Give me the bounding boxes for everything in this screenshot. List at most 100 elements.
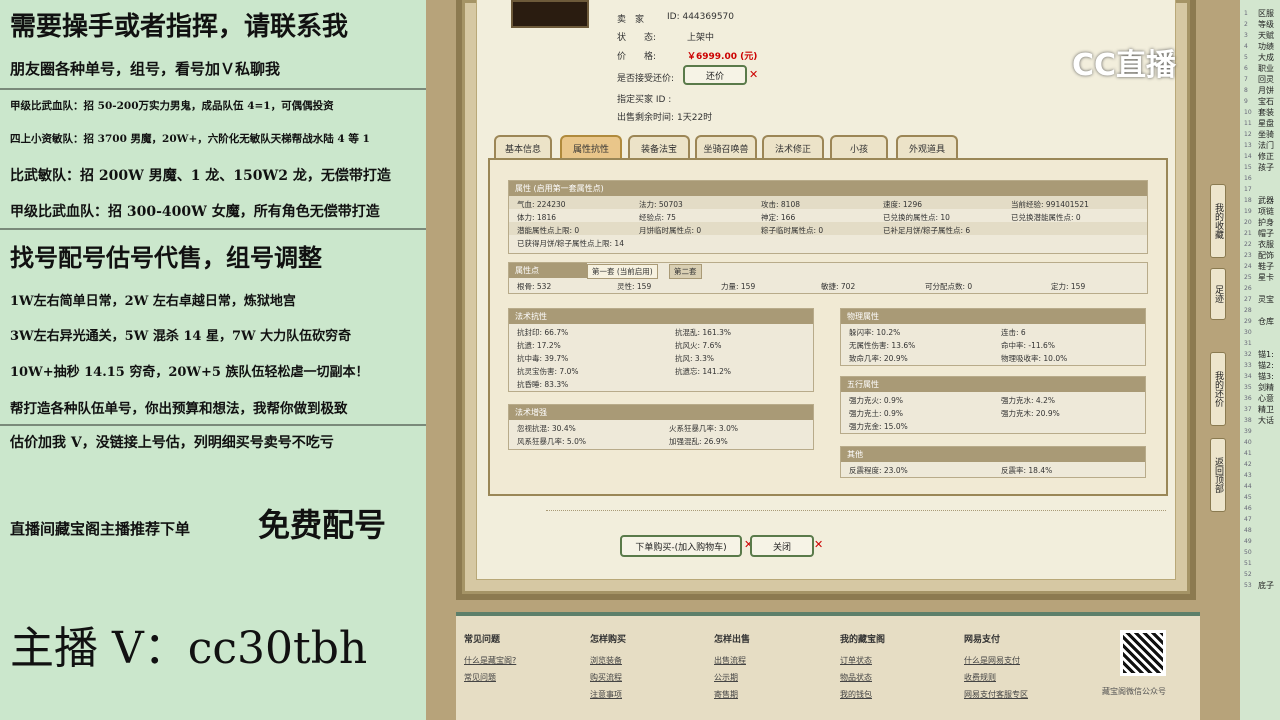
right-list-number: 46 bbox=[1244, 505, 1252, 512]
points-cell: 可分配点数: 0 bbox=[925, 282, 973, 291]
close-button[interactable]: 关闭 bbox=[750, 535, 814, 557]
footer-link[interactable]: 收费规则 bbox=[964, 672, 1028, 683]
right-list-number: 3 bbox=[1244, 32, 1248, 39]
boost-cell: 加强混乱: 26.9% bbox=[669, 437, 728, 446]
favorites-button[interactable]: 我的收藏 bbox=[1210, 184, 1226, 258]
tab-attributes[interactable]: 属性抗性 bbox=[560, 135, 622, 159]
attribute-box: 属性 (启用第一套属性点) 气血: 224230 法力: 50703 攻击: 8… bbox=[508, 180, 1148, 254]
right-list-number: 37 bbox=[1244, 406, 1252, 413]
attr-cell: 攻击: 8108 bbox=[761, 200, 800, 209]
seller-id: ID: 444369570 bbox=[667, 12, 735, 22]
buy-button[interactable]: 下单购买-(加入购物车) bbox=[620, 535, 742, 557]
elements-header: 五行属性 bbox=[841, 377, 1145, 392]
right-list-item: 修正 bbox=[1258, 152, 1274, 161]
tab-basic-info[interactable]: 基本信息 bbox=[494, 135, 552, 159]
right-list-number: 19 bbox=[1244, 208, 1252, 215]
footer-link[interactable]: 什么是网易支付 bbox=[964, 655, 1028, 666]
overlay-line: 3W左右异光通关，5W 混杀 14 星，7W 大力队伍砍穷奇 bbox=[10, 329, 352, 344]
right-list-item: 配饰 bbox=[1258, 251, 1274, 260]
right-list-item: 护身 bbox=[1258, 218, 1274, 227]
right-list-number: 10 bbox=[1244, 109, 1252, 116]
resist-cell: 抗遗忘: 141.2% bbox=[675, 367, 732, 376]
boost-cell: 忽视抗混: 30.4% bbox=[517, 424, 576, 433]
right-list-item: 锚1: bbox=[1258, 350, 1274, 359]
right-list-number: 29 bbox=[1244, 318, 1252, 325]
points-tab-1[interactable]: 第一套 (当前启用) bbox=[587, 264, 658, 279]
attr-cell: 已兑换潜能属性点: 0 bbox=[1011, 213, 1081, 222]
right-list-number: 25 bbox=[1244, 274, 1252, 281]
remaining-value: 1天22时 bbox=[677, 113, 713, 123]
right-list-number: 50 bbox=[1244, 549, 1252, 556]
footer-link[interactable]: 订单状态 bbox=[840, 655, 885, 666]
right-list-item: 剑精 bbox=[1258, 383, 1274, 392]
my-bargains-button[interactable]: 我的还价 bbox=[1210, 352, 1226, 426]
right-list-number: 53 bbox=[1244, 582, 1252, 589]
history-button[interactable]: 足迹 bbox=[1210, 268, 1226, 320]
overlay-line: 甲级比武血队：招 50-200万实力男鬼，成品队伍 4=1，可偶偶投资 bbox=[10, 100, 334, 112]
attr-cell: 当前经验: 991401521 bbox=[1011, 200, 1089, 209]
right-list-item: 月饼 bbox=[1258, 86, 1274, 95]
footer-link[interactable]: 公示期 bbox=[714, 672, 750, 683]
attr-cell: 粽子临时属性点: 0 bbox=[761, 226, 824, 235]
footer-link[interactable]: 寄售期 bbox=[714, 689, 750, 700]
points-cell: 力量: 159 bbox=[721, 282, 756, 291]
footer-title: 怎样出售 bbox=[714, 635, 751, 645]
right-list-number: 35 bbox=[1244, 384, 1252, 391]
points-cell: 敏捷: 702 bbox=[821, 282, 856, 291]
footer-link[interactable]: 我的钱包 bbox=[840, 689, 885, 700]
right-list-item: 天赋 bbox=[1258, 31, 1274, 40]
right-list-item: 武器 bbox=[1258, 196, 1274, 205]
tab-child[interactable]: 小孩 bbox=[830, 135, 888, 159]
right-list-number: 6 bbox=[1244, 65, 1248, 72]
back-to-top-button[interactable]: 返回顶部 bbox=[1210, 438, 1226, 512]
status-value: 上架中 bbox=[687, 33, 715, 43]
bargain-button[interactable]: 还价 bbox=[683, 65, 747, 85]
footer-col-pay: 网易支付 什么是网易支付 收费规则 网易支付客服专区 bbox=[964, 632, 1028, 706]
price-value: ￥6999.00 (元) bbox=[687, 52, 758, 62]
right-list-number: 16 bbox=[1244, 175, 1252, 182]
tab-mounts[interactable]: 坐骑召唤兽 bbox=[695, 135, 757, 159]
footer-link[interactable]: 购买流程 bbox=[590, 672, 626, 683]
footer-link[interactable]: 浏览装备 bbox=[590, 655, 626, 666]
right-list-item: 区服 bbox=[1258, 9, 1274, 18]
attributes-panel: 属性 (启用第一套属性点) 气血: 224230 法力: 50703 攻击: 8… bbox=[488, 158, 1168, 496]
footer-link[interactable]: 常见问题 bbox=[464, 672, 516, 683]
right-list-item: 套装 bbox=[1258, 108, 1274, 117]
overlay-line: 直播间藏宝阁主播推荐下单 bbox=[10, 520, 191, 538]
attr-cell: 经验点: 75 bbox=[639, 213, 676, 222]
tab-appearance[interactable]: 外观道具 bbox=[896, 135, 958, 159]
tab-equipment[interactable]: 装备法宝 bbox=[628, 135, 690, 159]
attribute-header: 属性 (启用第一套属性点) bbox=[509, 181, 1147, 196]
right-list-item: 鞋子 bbox=[1258, 262, 1274, 271]
attr-cell: 潜能属性点上限: 0 bbox=[517, 226, 580, 235]
right-list-number: 17 bbox=[1244, 186, 1252, 193]
overlay-line: 需要操手或者指挥，请联系我 bbox=[10, 12, 349, 42]
qr-code-icon bbox=[1120, 630, 1166, 676]
right-list-number: 52 bbox=[1244, 571, 1252, 578]
footer-col-account: 我的藏宝阁 订单状态 物品状态 我的钱包 bbox=[840, 632, 885, 706]
footer-link[interactable]: 网易支付客服专区 bbox=[964, 689, 1028, 700]
left-overlay-panel: 需要操手或者指挥，请联系我 朋友圈各种单号，组号，看号加Ｖ私聊我 甲级比武血队：… bbox=[0, 0, 426, 720]
resist-cell: 抗风: 3.3% bbox=[675, 354, 714, 363]
points-tab-2[interactable]: 第二套 bbox=[669, 264, 702, 279]
footer-col-buy: 怎样购买 浏览装备 购买流程 注意事项 bbox=[590, 632, 626, 706]
attr-cell: 已兑换的属性点: 10 bbox=[883, 213, 950, 222]
right-list-number: 28 bbox=[1244, 307, 1252, 314]
footer-link[interactable]: 物品状态 bbox=[840, 672, 885, 683]
other-header: 其他 bbox=[841, 447, 1145, 462]
right-list-item: 大成 bbox=[1258, 53, 1274, 62]
footer-link[interactable]: 出售流程 bbox=[714, 655, 750, 666]
right-list-item: 回灵 bbox=[1258, 75, 1274, 84]
overlay-line: 比武敏队：招 200W 男魔、1 龙、150W2 龙，无偿带打造 bbox=[10, 168, 391, 184]
cc-live-logo: CC直播 bbox=[1072, 48, 1177, 83]
right-list-number: 45 bbox=[1244, 494, 1252, 501]
right-list-number: 26 bbox=[1244, 285, 1252, 292]
seller-label: 卖 家 bbox=[617, 15, 645, 25]
overlay-line: 免费配号 bbox=[258, 506, 387, 544]
footer-title: 我的藏宝阁 bbox=[840, 635, 886, 645]
footer-link[interactable]: 注意事项 bbox=[590, 689, 626, 700]
overlay-line: 甲级比武血队：招 300-400W 女魔，所有角色无偿带打造 bbox=[10, 204, 380, 220]
tab-spell-correction[interactable]: 法术修正 bbox=[762, 135, 824, 159]
footer-link[interactable]: 什么是藏宝阁? bbox=[464, 655, 516, 666]
right-list-number: 4 bbox=[1244, 43, 1248, 50]
